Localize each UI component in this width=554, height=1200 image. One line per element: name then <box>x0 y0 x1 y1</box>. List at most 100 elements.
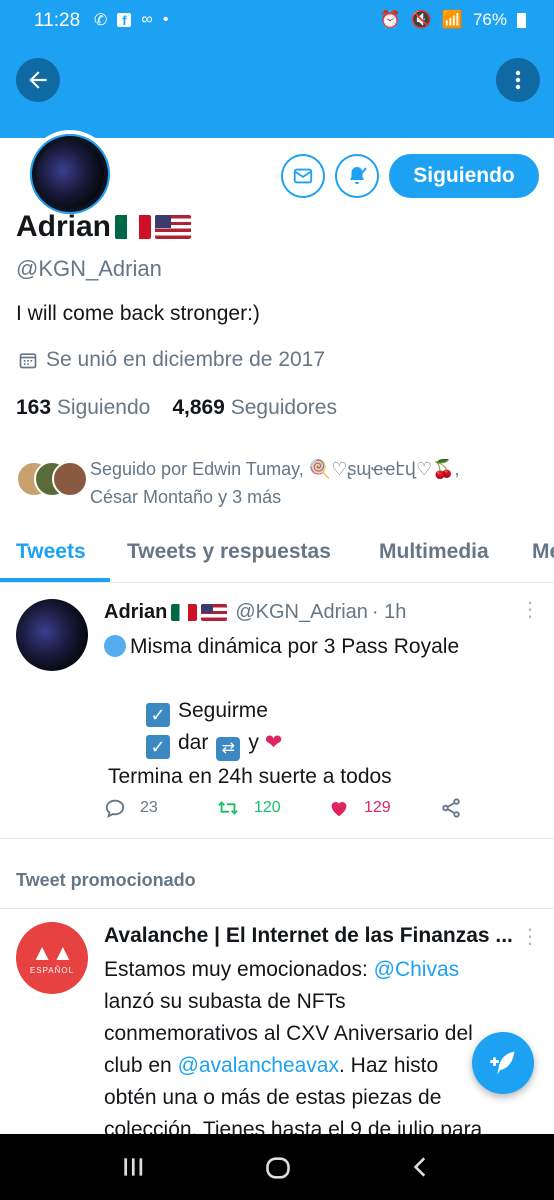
heart-icon <box>331 802 347 817</box>
back-nav-icon[interactable] <box>408 1154 434 1180</box>
share-icon <box>442 798 460 818</box>
like-count: 129 <box>364 799 391 816</box>
following-button[interactable]: Siguiendo <box>389 154 539 198</box>
usa-flag-icon <box>201 604 228 621</box>
profile-header-banner <box>0 42 554 138</box>
tweet-text: Misma dinámica por 3 Pass Royale ✓ Seguir… <box>104 631 459 793</box>
promo-menu-button[interactable]: ⋮ <box>520 924 540 949</box>
reply-icon <box>105 799 125 819</box>
tweet-author-handle: @KGN_Adrian <box>235 601 368 623</box>
like-button[interactable]: 129 <box>328 797 391 819</box>
following-stat[interactable]: 163 Siguiendo <box>16 396 150 420</box>
red-heart-icon: ❤ <box>264 731 283 754</box>
followers-count: 4,869 <box>172 396 225 419</box>
back-button[interactable] <box>16 58 60 102</box>
system-icons: ⏰ 🔇 📶 76% <box>379 10 526 30</box>
join-date-text: Se unió en diciembre de 2017 <box>46 348 326 371</box>
check-box-icon: ✓ <box>146 703 170 727</box>
alarm-icon: ⏰ <box>379 10 401 29</box>
repeat-icon: ⇄ <box>216 737 241 761</box>
following-count: 163 <box>16 396 52 419</box>
promoted-tweet-label: Tweet promocionado <box>16 870 196 890</box>
tweet-author-name: Adrian <box>104 601 168 623</box>
tab-tweets[interactable]: Tweets <box>16 540 86 564</box>
promo-text-3: conmemorativos al CXV Aniversario del <box>104 1022 473 1045</box>
recent-apps-icon[interactable] <box>120 1154 146 1180</box>
tweet-item2-b: y <box>248 731 259 754</box>
message-button[interactable] <box>281 154 325 198</box>
voicemail-icon: ∞ <box>141 11 153 28</box>
promo-author-name: Avalanche | El Internet de las Finanzas … <box>104 924 513 947</box>
facebook-icon: f <box>117 13 132 28</box>
mexico-flag-icon <box>171 604 198 621</box>
status-bar: 11:28 ✆ f ∞ • ⏰ 🔇 📶 76% <box>0 0 554 42</box>
check-box-icon: ✓ <box>146 735 170 759</box>
dot-icon: • <box>162 11 169 28</box>
reply-count: 23 <box>140 799 158 816</box>
vertical-dots-icon <box>515 70 521 90</box>
join-date: Se unió en diciembre de 2017 <box>18 348 325 372</box>
arrow-left-icon <box>29 71 47 89</box>
compose-tweet-button[interactable] <box>472 1032 534 1094</box>
whatsapp-icon: ✆ <box>94 12 108 29</box>
followed-by-line2: César Montaño y 3 más <box>90 487 282 507</box>
calendar-icon <box>19 353 37 369</box>
tab-likes[interactable]: Me <box>532 540 554 564</box>
more-options-button[interactable] <box>496 58 540 102</box>
battery-icon <box>517 12 526 28</box>
tweet-header: Adrian @KGN_Adrian · 1h <box>104 601 406 624</box>
wifi-icon: 📶 <box>441 10 463 29</box>
divider <box>0 908 554 909</box>
status-time: 11:28 <box>34 10 81 31</box>
promo-text-5: . Haz histo <box>338 1054 439 1077</box>
retweet-icon <box>218 801 238 815</box>
promo-avatar[interactable]: ▲▲ ESPAÑOL <box>16 922 88 994</box>
mention-link[interactable]: @Chivas <box>374 958 460 981</box>
follower-avatar <box>52 461 88 497</box>
display-name: Adrian <box>16 210 112 243</box>
tab-tweets-replies[interactable]: Tweets y respuestas <box>127 540 331 564</box>
profile-tabs: Tweets Tweets y respuestas Multimedia Me <box>0 526 554 583</box>
bell-check-icon <box>350 167 367 184</box>
envelope-icon <box>293 168 313 184</box>
tweet-menu-button[interactable]: ⋮ <box>520 597 540 622</box>
promo-text: Estamos muy emocionados: @Chivas lanzó s… <box>104 954 524 1146</box>
follower-avatars <box>16 461 88 497</box>
tweet-line-end: Termina en 24h suerte a todos <box>108 765 392 788</box>
profile-bio: I will come back stronger:) <box>16 302 260 325</box>
follow-stats: 163 Siguiendo 4,869 Seguidores <box>16 396 337 420</box>
reply-button[interactable]: 23 <box>104 797 158 819</box>
promo-text-4: club en <box>104 1054 178 1077</box>
home-icon[interactable] <box>264 1154 292 1182</box>
tweet[interactable]: Adrian @KGN_Adrian · 1h ⋮ Misma dinámica… <box>0 583 554 839</box>
following-label: Siguiendo <box>56 396 151 419</box>
followers-stat[interactable]: 4,869 Seguidores <box>172 396 337 420</box>
feather-plus-icon <box>490 1051 515 1075</box>
promo-text-6: obtén una o más de estas piezas de <box>104 1086 442 1109</box>
avatar-image <box>36 140 104 208</box>
notification-icons: ✆ f ∞ • <box>94 10 168 30</box>
profile-name: Adrian <box>16 210 192 244</box>
tweet-avatar[interactable] <box>16 599 88 671</box>
profile-avatar[interactable] <box>26 130 114 218</box>
tweet-line1: Misma dinámica por 3 Pass Royale <box>130 635 460 658</box>
tab-media[interactable]: Multimedia <box>379 540 489 564</box>
followed-by-text: Seguido por Edwin Tumay, 🍭♡ʂɰҽҽէվ♡🍒, Cés… <box>90 455 460 511</box>
profile-handle: @KGN_Adrian <box>16 256 162 281</box>
tweet-item2-a: dar <box>178 731 209 754</box>
mexico-flag-icon <box>115 215 152 239</box>
battery-percent: 76% <box>472 10 507 29</box>
active-tab-indicator <box>0 578 110 582</box>
share-button[interactable] <box>440 797 462 819</box>
blue-circle-icon <box>104 635 126 657</box>
followers-label: Seguidores <box>230 396 337 419</box>
mention-link[interactable]: @avalancheavax <box>178 1054 339 1077</box>
notifications-button[interactable] <box>335 154 379 198</box>
avatar-subtext: ESPAÑOL <box>29 965 75 975</box>
tweet-item1: Seguirme <box>178 699 268 722</box>
followed-by-line1: Seguido por Edwin Tumay, 🍭♡ʂɰҽҽէվ♡🍒, <box>90 459 460 479</box>
system-nav-bar <box>0 1134 554 1200</box>
retweet-button[interactable]: 120 <box>216 797 281 819</box>
mute-icon: 🔇 <box>410 10 432 29</box>
usa-flag-icon <box>155 215 192 239</box>
